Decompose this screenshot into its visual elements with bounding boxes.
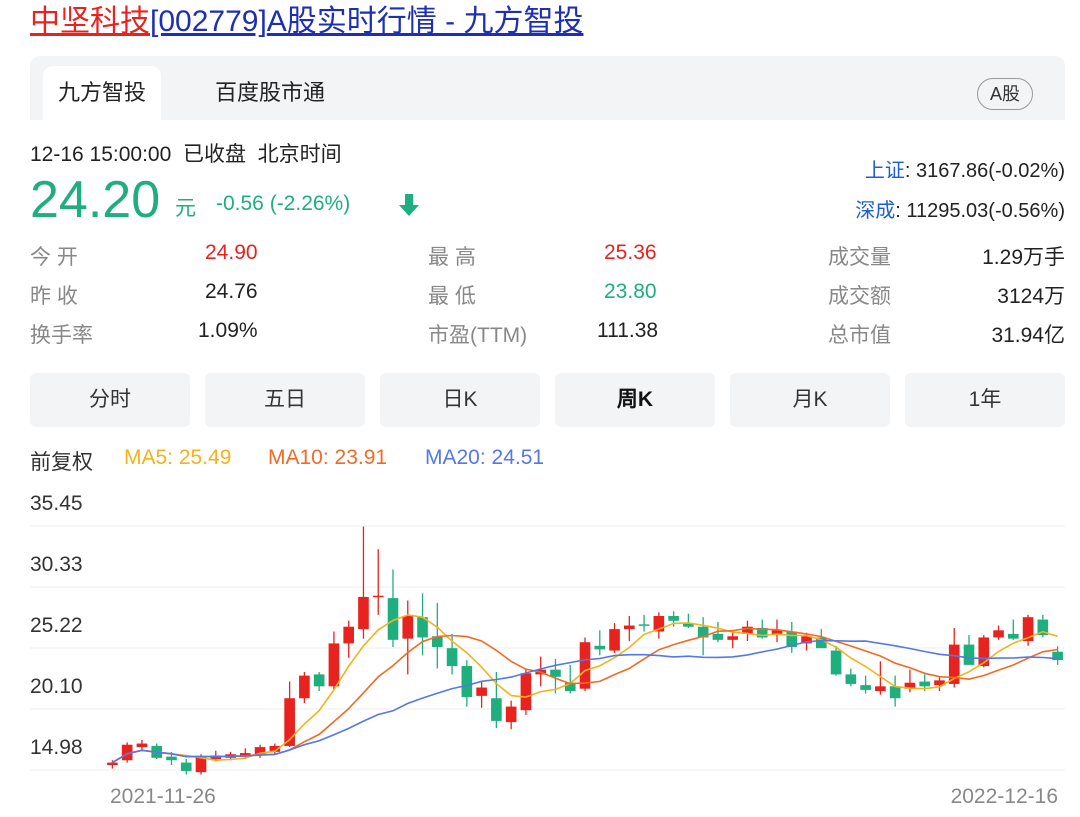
candle-body <box>963 644 975 665</box>
candle-body <box>299 675 310 699</box>
candle-body <box>579 642 591 689</box>
weekly-k-chart[interactable] <box>0 0 1080 817</box>
candle-body <box>520 673 532 711</box>
candle-body <box>136 743 148 748</box>
x-end-label: 2022-12-16 <box>950 785 1058 808</box>
candle-body <box>638 624 650 626</box>
candle-body <box>166 756 177 761</box>
candle-body <box>550 669 561 677</box>
candle-body <box>107 762 118 765</box>
candle-body <box>461 666 473 698</box>
x-start-label: 2021-11-26 <box>110 785 216 808</box>
candle-body <box>609 629 620 651</box>
candle-body <box>446 648 458 667</box>
candle-body <box>505 706 517 723</box>
candle-body <box>358 596 369 630</box>
candle-body <box>623 625 635 630</box>
candle-body <box>402 615 414 639</box>
candle-body <box>180 762 192 771</box>
candle-body <box>993 630 1004 638</box>
candle-body <box>328 643 340 687</box>
candle-body <box>712 633 724 640</box>
candle-body <box>860 685 871 690</box>
candle-body <box>476 687 487 696</box>
candle-body <box>313 674 325 687</box>
candle-body <box>594 645 606 650</box>
candle-body <box>1007 633 1019 639</box>
candle-body <box>875 686 886 692</box>
candle-body <box>919 681 931 687</box>
candle-body <box>830 650 842 675</box>
candle-body <box>727 636 739 640</box>
candle-body <box>668 615 679 621</box>
candle-body <box>491 698 502 721</box>
candle-body <box>372 595 384 598</box>
candle-body <box>889 686 901 699</box>
candle-body <box>343 626 355 644</box>
candle-body <box>845 674 857 684</box>
